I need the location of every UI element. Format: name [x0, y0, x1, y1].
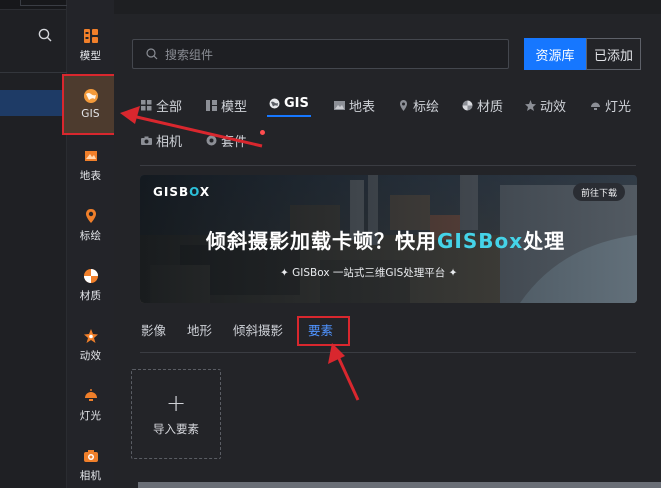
left-top-bar: [0, 0, 86, 10]
subtab-highlight-box: [297, 316, 350, 346]
rail-item-model[interactable]: 模型: [67, 28, 114, 63]
rail-item-label: 材质: [79, 290, 102, 302]
banner-download-button[interactable]: 前往下载: [572, 183, 625, 201]
banner-subtitle: ✦ GISBox 一站式三维GIS处理平台 ✦: [280, 267, 458, 279]
tab-added[interactable]: 已添加: [586, 38, 641, 70]
model-icon: [83, 28, 99, 44]
rail-item-label: 动效: [79, 350, 102, 362]
terrain-icon: [334, 100, 345, 111]
effect-star-icon: [83, 328, 99, 344]
category-terrain[interactable]: 地表: [334, 96, 375, 115]
rail-item-label: 标绘: [79, 230, 102, 242]
category-camera[interactable]: 相机: [141, 131, 182, 150]
import-features-button[interactable]: + 导入要素: [131, 369, 221, 459]
rail-item-label: 模型: [79, 50, 102, 62]
category-label: 相机: [156, 135, 183, 150]
gis-globe-icon: [269, 98, 280, 109]
terrain-icon: [83, 148, 99, 164]
banner-title: 倾斜摄影加载卡顿？快用GISBox处理: [206, 229, 566, 253]
left-panel: [0, 0, 86, 488]
lamp-icon: [83, 388, 99, 404]
category-label: 动效: [540, 100, 567, 115]
rail-item-effect[interactable]: 动效: [67, 328, 114, 363]
grid-icon: [141, 100, 152, 111]
subtab-oblique-photography[interactable]: 倾斜摄影: [233, 320, 283, 339]
promo-banner[interactable]: GISBOX 前往下载 倾斜摄影加载卡顿？快用GISBox处理 ✦ GISBox…: [140, 175, 637, 303]
tab-resource-library[interactable]: 资源库: [524, 38, 586, 70]
search-input[interactable]: 搜索组件: [132, 39, 509, 69]
category-label: 模型: [221, 100, 248, 115]
category-label: 全部: [156, 100, 183, 115]
subtab-separator: [140, 352, 636, 353]
category-plot[interactable]: 标绘: [398, 96, 439, 115]
rail-item-label: 地表: [79, 170, 102, 182]
gis-globe-icon: [83, 88, 99, 104]
rail-item-label: 相机: [79, 470, 102, 482]
rail-item-terrain[interactable]: 地表: [67, 148, 114, 183]
category-label: 地表: [349, 100, 376, 115]
rail-item-label: GIS: [81, 108, 100, 120]
category-label: GIS: [284, 96, 309, 111]
category-gis[interactable]: GIS: [269, 96, 309, 111]
rail-item-light[interactable]: 灯光: [67, 388, 114, 423]
search-icon: [146, 45, 158, 64]
bottom-scroll-strip: [138, 482, 661, 488]
map-pin-icon: [398, 100, 409, 111]
resource-panel: 搜索组件 资源库 已添加 全部 模型 GIS 地表 标绘 材质 动效 灯光 相机…: [114, 14, 661, 488]
rail-item-plot[interactable]: 标绘: [67, 208, 114, 243]
effect-star-icon: [525, 100, 536, 111]
search-placeholder: 搜索组件: [165, 47, 214, 62]
subtab-terrain[interactable]: 地形: [187, 320, 212, 339]
camera-icon: [83, 448, 99, 464]
category-label: 套件: [221, 135, 248, 150]
category-label: 灯光: [605, 100, 632, 115]
category-effect[interactable]: 动效: [525, 96, 566, 115]
category-label: 材质: [477, 100, 504, 115]
camera-icon: [141, 135, 152, 146]
rail-item-camera[interactable]: 相机: [67, 448, 114, 483]
left-selected-row[interactable]: [0, 90, 67, 116]
category-separator: [140, 165, 636, 166]
category-kit[interactable]: 套件: [206, 131, 247, 150]
search-icon[interactable]: [38, 27, 52, 46]
active-category-underline: [267, 115, 311, 117]
kit-icon: [206, 135, 217, 146]
category-model[interactable]: 模型: [206, 96, 247, 115]
category-light[interactable]: 灯光: [590, 96, 631, 115]
rail-item-gis-selected[interactable]: GIS: [67, 88, 114, 120]
rail-item-material[interactable]: 材质: [67, 268, 114, 303]
lamp-icon: [590, 100, 601, 111]
app-root: 模型 GIS 地表 标绘 材质: [0, 0, 661, 488]
new-badge-dot: [260, 130, 265, 135]
material-ball-icon: [83, 268, 99, 284]
map-pin-icon: [83, 208, 99, 224]
banner-brand-logo: GISBOX: [153, 185, 211, 199]
left-divider: [0, 72, 67, 73]
model-icon: [206, 100, 217, 111]
left-search-row: [0, 10, 66, 62]
category-material[interactable]: 材质: [462, 96, 503, 115]
category-label: 标绘: [413, 100, 440, 115]
category-all[interactable]: 全部: [141, 96, 182, 115]
plus-icon: +: [165, 388, 187, 417]
subtab-imagery[interactable]: 影像: [141, 320, 166, 339]
import-label: 导入要素: [153, 421, 199, 436]
rail-item-label: 灯光: [79, 410, 102, 422]
material-ball-icon: [462, 100, 473, 111]
